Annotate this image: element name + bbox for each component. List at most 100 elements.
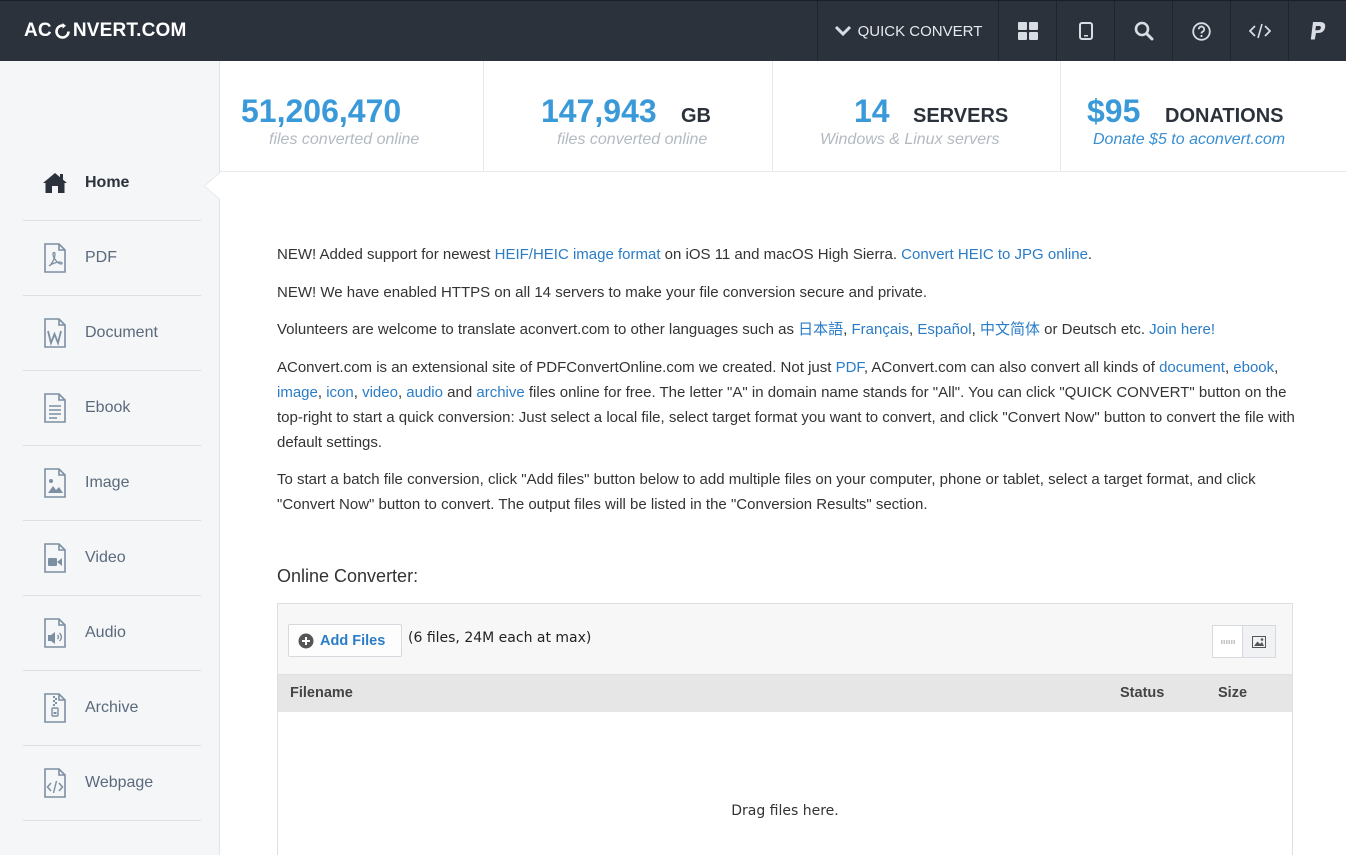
sidebar-item-archive[interactable]: Archive bbox=[23, 671, 201, 746]
text: Volunteers are welcome to translate acon… bbox=[277, 321, 799, 338]
heic-format-link[interactable]: HEIF/HEIC image format bbox=[495, 246, 661, 263]
stat-unit: GB bbox=[681, 105, 711, 127]
sidebar-item-home[interactable]: Home bbox=[23, 146, 201, 221]
audio-link[interactable]: audio bbox=[406, 384, 443, 401]
join-link[interactable]: Join here! bbox=[1149, 321, 1215, 338]
heic-to-jpg-link[interactable]: Convert HEIC to JPG online bbox=[901, 246, 1088, 263]
stat-number: 51,206,470 bbox=[241, 93, 402, 129]
stat-servers: 14 SERVERS Windows & Linux servers bbox=[773, 61, 1061, 172]
sidebar-item-audio[interactable]: Audio bbox=[23, 596, 201, 671]
sidebar-item-label: Ebook bbox=[85, 399, 131, 416]
sidebar-item-label: Archive bbox=[85, 699, 139, 716]
grid-icon bbox=[1017, 22, 1038, 40]
grid-view-button[interactable] bbox=[998, 1, 1056, 61]
archive-link[interactable]: archive bbox=[476, 384, 524, 401]
text: , bbox=[317, 383, 327, 401]
sidebar-item-pdf[interactable]: PDF bbox=[23, 221, 201, 296]
refresh-icon bbox=[54, 22, 71, 40]
chevron-down-icon bbox=[834, 25, 851, 37]
chinese-link[interactable]: 中文简体 bbox=[980, 321, 1040, 338]
text: on iOS 11 and macOS High Sierra. bbox=[660, 246, 902, 263]
news-heic: NEW! Added support for newest HEIF/HEIC … bbox=[277, 242, 1297, 267]
stats-bar: 51,206,470 files converted online 147,94… bbox=[220, 61, 1346, 172]
thumbnail-view-button[interactable] bbox=[1243, 625, 1276, 658]
stat-files: 51,206,470 files converted online bbox=[220, 61, 484, 172]
top-navbar: AC NVERT.COM QUICK CONVERT bbox=[0, 0, 1346, 61]
video-link[interactable]: video bbox=[362, 384, 398, 401]
text: or Deutsch etc. bbox=[1039, 321, 1150, 338]
search-button[interactable] bbox=[1114, 1, 1172, 61]
volunteers-text: Volunteers are welcome to translate acon… bbox=[277, 317, 1297, 342]
japanese-link[interactable]: 日本語 bbox=[798, 321, 843, 338]
uploader-toolbar: Add Files (6 files, 24M each at max) bbox=[278, 604, 1292, 675]
sidebar-item-image[interactable]: Image bbox=[23, 446, 201, 521]
file-limit-text: (6 files, 24M each at max) bbox=[408, 630, 592, 646]
list-view-button[interactable] bbox=[1212, 625, 1243, 658]
stat-subtitle: files converted online bbox=[269, 131, 420, 148]
text: , bbox=[971, 321, 980, 338]
stat-unit: SERVERS bbox=[913, 105, 1009, 127]
help-button[interactable] bbox=[1172, 1, 1230, 61]
text: NEW! Added support for newest bbox=[277, 246, 495, 263]
audio-file-icon bbox=[23, 618, 85, 648]
archive-file-icon bbox=[23, 693, 85, 723]
tablet-icon bbox=[1078, 22, 1093, 40]
batch-text: To start a batch file conversion, click … bbox=[277, 471, 1256, 513]
sidebar: Home PDF Document Ebook Image Video Audi… bbox=[0, 61, 220, 855]
spanish-link[interactable]: Español bbox=[917, 321, 971, 338]
site-logo[interactable]: AC NVERT.COM bbox=[24, 20, 187, 42]
add-files-button[interactable]: Add Files bbox=[288, 624, 402, 657]
ebook-file-icon bbox=[23, 393, 85, 423]
sidebar-item-video[interactable]: Video bbox=[23, 521, 201, 596]
text: and bbox=[442, 383, 477, 401]
sidebar-item-label: Document bbox=[85, 324, 158, 341]
stat-donations: $95 DONATIONS Donate $5 to aconvert.com bbox=[1061, 61, 1346, 172]
top-nav: QUICK CONVERT bbox=[817, 1, 1346, 61]
home-icon bbox=[23, 172, 85, 194]
text: , AConvert.com can also convert all kind… bbox=[863, 358, 1160, 376]
sidebar-item-label: Home bbox=[85, 174, 130, 191]
view-toggle bbox=[1212, 625, 1276, 658]
file-uploader: Add Files (6 files, 24M each at max) Fil… bbox=[277, 603, 1293, 855]
stat-number: 14 bbox=[854, 93, 890, 129]
video-file-icon bbox=[23, 543, 85, 573]
stat-unit: DONATIONS bbox=[1165, 105, 1284, 127]
active-indicator bbox=[205, 173, 220, 199]
image-link[interactable]: image bbox=[277, 384, 318, 401]
mobile-button[interactable] bbox=[1056, 1, 1114, 61]
column-filename: Filename bbox=[290, 685, 353, 701]
quick-convert-button[interactable]: QUICK CONVERT bbox=[817, 1, 998, 61]
image-file-icon bbox=[23, 468, 85, 498]
sidebar-item-label: Image bbox=[85, 474, 130, 491]
plus-circle-icon bbox=[298, 633, 314, 648]
stat-subtitle: files converted online bbox=[557, 131, 708, 148]
paypal-button[interactable] bbox=[1288, 1, 1346, 61]
document-link[interactable]: document bbox=[1159, 359, 1225, 376]
converter-title: Online Converter: bbox=[277, 566, 419, 586]
sidebar-item-ebook[interactable]: Ebook bbox=[23, 371, 201, 446]
text: , bbox=[1274, 358, 1279, 376]
icon-link[interactable]: icon bbox=[326, 384, 354, 401]
help-icon bbox=[1192, 21, 1211, 41]
embed-code-button[interactable] bbox=[1230, 1, 1288, 61]
logo-text-end: NVERT.COM bbox=[72, 20, 187, 41]
french-link[interactable]: Français bbox=[852, 321, 910, 338]
about-text: AConvert.com is an extensional site of P… bbox=[277, 355, 1297, 455]
word-file-icon bbox=[23, 318, 85, 348]
add-files-label: Add Files bbox=[320, 632, 386, 649]
sidebar-item-label: Video bbox=[85, 549, 126, 566]
text: , bbox=[353, 383, 363, 401]
drop-zone-text[interactable]: Drag files here. bbox=[278, 803, 1292, 819]
pdf-link[interactable]: PDF bbox=[836, 359, 864, 376]
stat-number: $95 bbox=[1087, 93, 1141, 129]
intro-text: NEW! Added support for newest HEIF/HEIC … bbox=[277, 242, 1297, 530]
file-table-header: Filename Status Size bbox=[278, 675, 1292, 712]
ebook-link[interactable]: ebook bbox=[1233, 359, 1274, 376]
sidebar-item-document[interactable]: Document bbox=[23, 296, 201, 371]
donate-link[interactable]: Donate $5 to aconvert.com bbox=[1093, 131, 1285, 149]
sidebar-item-webpage[interactable]: Webpage bbox=[23, 746, 201, 821]
stat-gigabytes: 147,943 GB files converted online bbox=[484, 61, 773, 172]
stat-number: 147,943 bbox=[541, 93, 657, 129]
code-icon bbox=[1248, 23, 1271, 39]
list-icon bbox=[1220, 640, 1235, 643]
